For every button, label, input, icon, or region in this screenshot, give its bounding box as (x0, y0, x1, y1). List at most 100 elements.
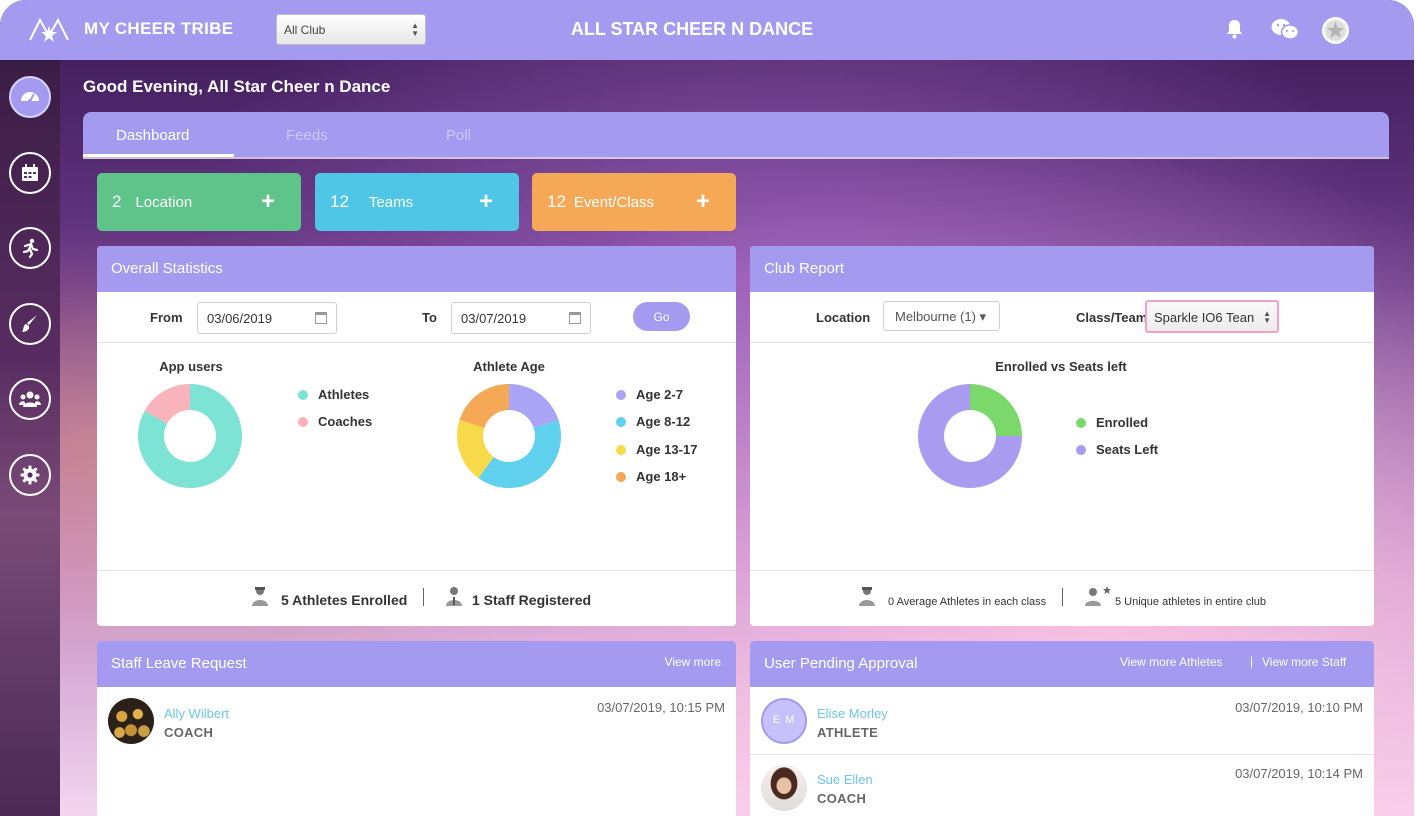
go-button[interactable]: Go (633, 302, 690, 331)
donut-slice-enrolled (970, 384, 1022, 436)
unique-athletes-text: 5 Unique athletes in entire club (1115, 596, 1267, 608)
divider (97, 570, 736, 571)
event-class-stat-card[interactable]: 12 Event/Class + (532, 173, 736, 231)
class-team-select[interactable]: Sparkle IO6 Tean ▲ ▼ (1145, 300, 1279, 333)
teams-stat-card[interactable]: 12 Teams + (315, 173, 519, 231)
request-time: 03/07/2019, 10:10 PM (1235, 700, 1363, 715)
to-label: To (422, 310, 437, 325)
user-name-link[interactable]: Sue Ellen (817, 772, 873, 787)
from-date-input[interactable]: 03/06/2019 (197, 302, 337, 334)
teams-count: 12 (330, 192, 349, 211)
to-date-input[interactable]: 03/07/2019 (451, 302, 591, 334)
calendar-icon (22, 164, 38, 181)
sidebar-item-settings[interactable] (9, 454, 51, 496)
panel-title: Overall Statistics (111, 260, 223, 277)
view-more-link[interactable]: View more (665, 655, 721, 669)
location-label: Location (816, 310, 871, 325)
legend-dot (616, 445, 626, 455)
sidebar-item-dashboard[interactable] (9, 76, 51, 118)
location-label: Location (135, 193, 193, 211)
donut-slice-age-2-7 (509, 384, 559, 428)
user-pending-panel: User Pending Approval View more Athletes… (750, 641, 1374, 816)
class-team-value: Sparkle IO6 Tean (1154, 310, 1255, 325)
add-location-icon[interactable]: + (261, 188, 275, 216)
brush-icon (22, 315, 37, 332)
legend-dot (298, 417, 308, 427)
staff-role: COACH (164, 725, 214, 740)
calendar-icon[interactable] (315, 312, 327, 324)
tab-poll[interactable]: Poll (446, 127, 471, 144)
link-separator: | (1250, 654, 1254, 668)
location-count: 2 (112, 192, 122, 211)
bell-icon[interactable] (1226, 19, 1243, 39)
app-users-chart-title: App users (159, 359, 223, 374)
athlete-icon (252, 587, 268, 606)
row-divider (750, 754, 1374, 755)
staff-registered-text: 1 Staff Registered (472, 592, 592, 608)
top-bar: MY CHEER TRIBE All Club ▲ ▼ ALL STAR CHEE… (0, 0, 1414, 60)
teams-label: Teams (368, 193, 414, 211)
star-avatar-icon[interactable] (1322, 17, 1349, 44)
tab-divider (83, 157, 1389, 159)
tab-feeds[interactable]: Feeds (286, 127, 328, 144)
wechat-icon[interactable] (1271, 18, 1299, 40)
event-class-label: Event/Class (573, 193, 654, 211)
view-more-staff-link[interactable]: View more Staff (1262, 655, 1346, 669)
sidebar-item-users[interactable] (9, 378, 51, 420)
group-icon (19, 391, 41, 407)
legend-dot (616, 472, 626, 482)
calendar-icon[interactable] (569, 312, 581, 324)
sidebar-item-athletes[interactable] (9, 227, 51, 269)
to-date-value: 03/07/2019 (461, 311, 527, 326)
app-window: MY CHEER TRIBE All Club ▲ ▼ ALL STAR CHEE… (0, 0, 1414, 816)
staff-icon (446, 587, 462, 606)
footer-separator (1062, 588, 1063, 606)
runner-icon (22, 238, 39, 258)
club-report-panel: Club Report Location Melbourne (1) ▾ Cla… (750, 246, 1374, 626)
unique-athlete-icon (1085, 586, 1111, 606)
request-time: 03/07/2019, 10:14 PM (1235, 766, 1363, 781)
user-role: COACH (817, 791, 867, 806)
user-avatar (761, 765, 807, 811)
legend-dot (1076, 445, 1086, 455)
tab-dashboard[interactable]: Dashboard (116, 127, 189, 144)
legend-age-8-12: Age 8-12 (616, 414, 690, 429)
athlete-age-chart-title: Athlete Age (473, 359, 545, 374)
enrolled-chart-title: Enrolled vs Seats left (995, 359, 1127, 374)
panel-title: User Pending Approval (764, 655, 918, 672)
panel-header: User Pending Approval View more Athletes… (750, 641, 1374, 687)
event-class-count: 12 (547, 192, 566, 211)
sidebar-item-calendar[interactable] (9, 152, 51, 194)
legend-athletes: Athletes (298, 387, 369, 402)
divider (750, 570, 1374, 571)
staff-leave-panel: Staff Leave Request View more Ally Wilbe… (97, 641, 736, 816)
add-event-class-icon[interactable]: + (696, 188, 710, 216)
legend-coaches: Coaches (298, 414, 372, 429)
from-date-value: 03/06/2019 (207, 311, 273, 326)
staff-name-link[interactable]: Ally Wilbert (164, 706, 229, 721)
gear-icon (20, 465, 40, 485)
enrolled-donut-chart (918, 384, 1022, 488)
add-team-icon[interactable]: + (479, 188, 493, 216)
greeting-text: Good Evening, All Star Cheer n Dance (83, 77, 391, 96)
class-team-label: Class/Team (1076, 310, 1148, 325)
legend-age-13-17: Age 13-17 (616, 442, 697, 457)
athletes-enrolled-text: 5 Athletes Enrolled (281, 592, 408, 608)
view-more-athletes-link[interactable]: View more Athletes (1120, 655, 1223, 669)
panel-header: Overall Statistics (97, 246, 736, 292)
location-stat-card[interactable]: 2 Location + (97, 173, 301, 231)
footer-separator (423, 588, 424, 606)
sidebar-item-feeds[interactable] (9, 303, 51, 345)
club-title: ALL STAR CHEER N DANCE (570, 19, 814, 39)
legend-dot (616, 390, 626, 400)
user-role: ATHLETE (817, 725, 879, 740)
app-users-donut-chart (138, 384, 242, 488)
overall-statistics-panel: Overall Statistics From 03/06/2019 To 03… (97, 246, 736, 626)
legend-dot (616, 417, 626, 427)
divider (750, 342, 1374, 343)
location-select[interactable]: Melbourne (1) ▾ (883, 301, 1000, 331)
from-label: From (150, 310, 183, 325)
panel-title: Staff Leave Request (111, 655, 247, 672)
athlete-icon (859, 587, 875, 606)
user-name-link[interactable]: Elise Morley (817, 706, 888, 721)
